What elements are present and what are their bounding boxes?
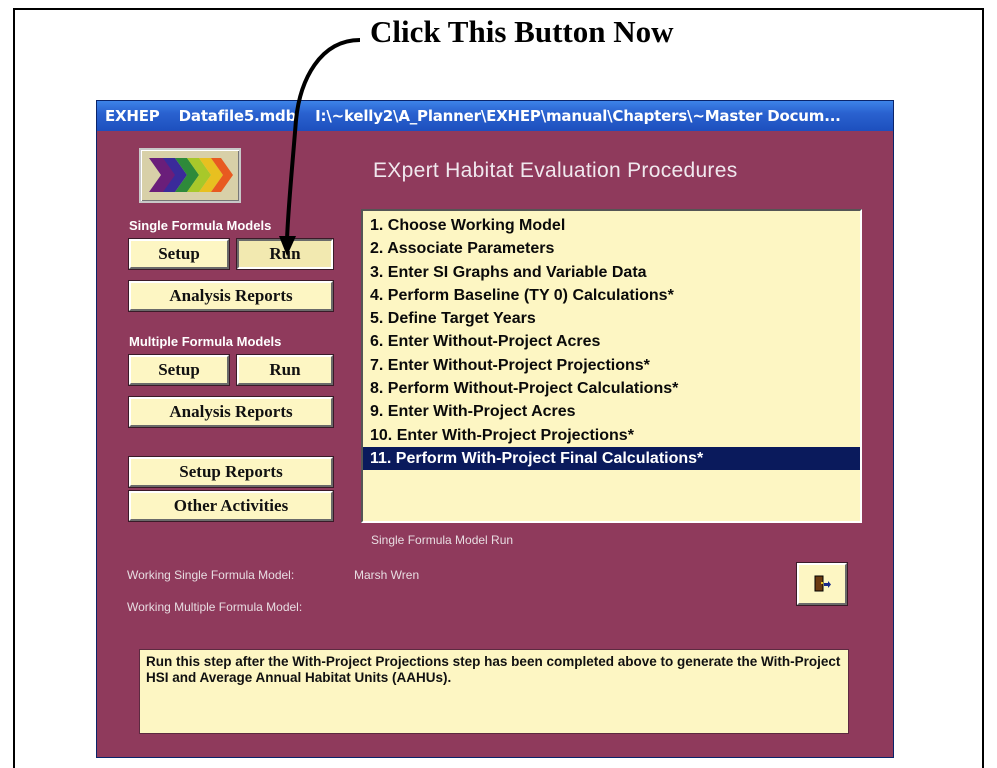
step-description: Run this step after the With-Project Pro… [139, 649, 849, 734]
working-single-label: Working Single Formula Model: [127, 568, 295, 582]
other-activities-button[interactable]: Other Activities [128, 490, 334, 522]
multiple-formula-label: Multiple Formula Models [129, 334, 282, 349]
list-item[interactable]: 4. Perform Baseline (TY 0) Calculations* [363, 284, 860, 307]
single-setup-button[interactable]: Setup [128, 238, 230, 270]
working-single-value: Marsh Wren [354, 568, 420, 582]
app-title: EXpert Habitat Evaluation Procedures [373, 159, 738, 182]
title-path: I:\~kelly2\A_Planner\EXHEP\manual\Chapte… [315, 107, 841, 125]
single-formula-label: Single Formula Models [129, 218, 272, 233]
list-item-selected[interactable]: 11. Perform With-Project Final Calculati… [363, 446, 860, 471]
list-item[interactable]: 2. Associate Parameters [363, 237, 860, 260]
list-item[interactable]: 9. Enter With-Project Acres [363, 400, 860, 423]
annotation-callout: Click This Button Now [370, 14, 674, 49]
multiple-setup-button[interactable]: Setup [128, 354, 230, 386]
list-item[interactable]: 5. Define Target Years [363, 307, 860, 330]
list-item[interactable]: 3. Enter SI Graphs and Variable Data [363, 261, 860, 284]
single-run-button[interactable]: Run [236, 238, 334, 270]
list-item[interactable]: 10. Enter With-Project Projections* [363, 424, 860, 447]
single-analysis-reports-button[interactable]: Analysis Reports [128, 280, 334, 312]
title-app-name: EXHEP [105, 107, 160, 125]
app-window: EXHEP Datafile5.mdb I:\~kelly2\A_Planner… [96, 100, 894, 758]
title-datafile: Datafile5.mdb [178, 107, 297, 125]
list-item[interactable]: 7. Enter Without-Project Projections* [363, 354, 860, 377]
list-item[interactable]: 1. Choose Working Model [363, 214, 860, 237]
mode-caption: Single Formula Model Run [371, 533, 514, 547]
exit-door-icon [814, 575, 831, 592]
multiple-run-button[interactable]: Run [236, 354, 334, 386]
exit-button[interactable] [796, 562, 848, 606]
list-item[interactable]: 8. Perform Without-Project Calculations* [363, 377, 860, 400]
title-bar: EXHEP Datafile5.mdb I:\~kelly2\A_Planner… [97, 101, 893, 131]
step-list[interactable]: 1. Choose Working Model 2. Associate Par… [361, 209, 862, 523]
working-multiple-label: Working Multiple Formula Model: [127, 600, 303, 614]
list-item[interactable]: 6. Enter Without-Project Acres [363, 330, 860, 353]
multiple-analysis-reports-button[interactable]: Analysis Reports [128, 396, 334, 428]
setup-reports-button[interactable]: Setup Reports [128, 456, 334, 488]
colored-arrows-logo [139, 148, 241, 203]
